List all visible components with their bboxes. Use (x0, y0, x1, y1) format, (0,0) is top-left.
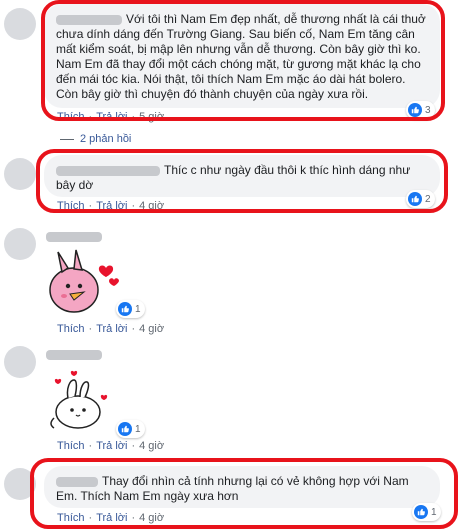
like-icon (408, 192, 422, 206)
reply-link[interactable]: Trả lời (96, 200, 127, 212)
comment-bubble: Với tôi thì Nam Em đẹp nhất, dễ thương n… (44, 4, 440, 108)
comment-actions: Thích · Trả lời · 4 giờ (57, 440, 165, 452)
like-link[interactable]: Thích (57, 323, 85, 335)
timestamp: 4 giờ (139, 440, 165, 452)
like-icon (118, 302, 132, 316)
pink-bird-heart-sticker (44, 248, 124, 316)
like-icon (118, 422, 132, 436)
timestamp: 4 giờ (139, 200, 165, 212)
reply-arrow-icon (60, 138, 74, 140)
avatar[interactable] (4, 228, 36, 260)
comment-text: Thay đổi nhìn cả tính nhưng lại có vẻ kh… (56, 474, 409, 503)
avatar[interactable] (4, 346, 36, 378)
comment-actions: Thích · Trả lời · 4 giờ (57, 200, 165, 212)
avatar[interactable] (4, 8, 36, 40)
reaction-count[interactable]: 1 (116, 420, 145, 438)
like-link[interactable]: Thích (57, 440, 85, 452)
reaction-count[interactable]: 3 (406, 101, 435, 119)
bunny-hearts-sticker (44, 366, 124, 436)
comment-actions: Thích · Trả lời · 5 giờ (57, 111, 165, 123)
like-link[interactable]: Thích (57, 512, 85, 524)
comment-text: Với tôi thì Nam Em đẹp nhất, dễ thương n… (56, 12, 426, 101)
timestamp: 4 giờ (139, 512, 165, 524)
commenter-name[interactable] (46, 350, 102, 360)
view-replies-link[interactable]: 2 phản hồi (60, 133, 131, 145)
comment-bubble: Thay đổi nhìn cả tính nhưng lại có vẻ kh… (44, 466, 440, 508)
like-link[interactable]: Thích (57, 111, 85, 123)
like-link[interactable]: Thích (57, 200, 85, 212)
reaction-count[interactable]: 1 (116, 300, 145, 318)
reply-link[interactable]: Trả lời (96, 111, 127, 123)
timestamp: 5 giờ (139, 111, 165, 123)
commenter-name[interactable] (56, 165, 160, 176)
timestamp: 4 giờ (139, 323, 165, 335)
like-icon (408, 103, 422, 117)
reply-link[interactable]: Trả lời (96, 323, 127, 335)
commenter-name[interactable] (46, 232, 102, 242)
reaction-count[interactable]: 1 (412, 503, 441, 521)
comment-actions: Thích · Trả lời · 4 giờ (57, 323, 165, 335)
avatar[interactable] (4, 468, 36, 500)
reaction-count[interactable]: 2 (406, 190, 435, 208)
like-icon (414, 505, 428, 519)
commenter-name[interactable] (56, 14, 122, 25)
reply-link[interactable]: Trả lời (96, 440, 127, 452)
comment-actions: Thích · Trả lời · 4 giờ (57, 512, 165, 524)
reply-link[interactable]: Trả lời (96, 512, 127, 524)
avatar[interactable] (4, 158, 36, 190)
comment-bubble: Thíc c như ngày đầu thôi k thíc hình dán… (44, 155, 440, 197)
commenter-name[interactable] (56, 476, 98, 487)
